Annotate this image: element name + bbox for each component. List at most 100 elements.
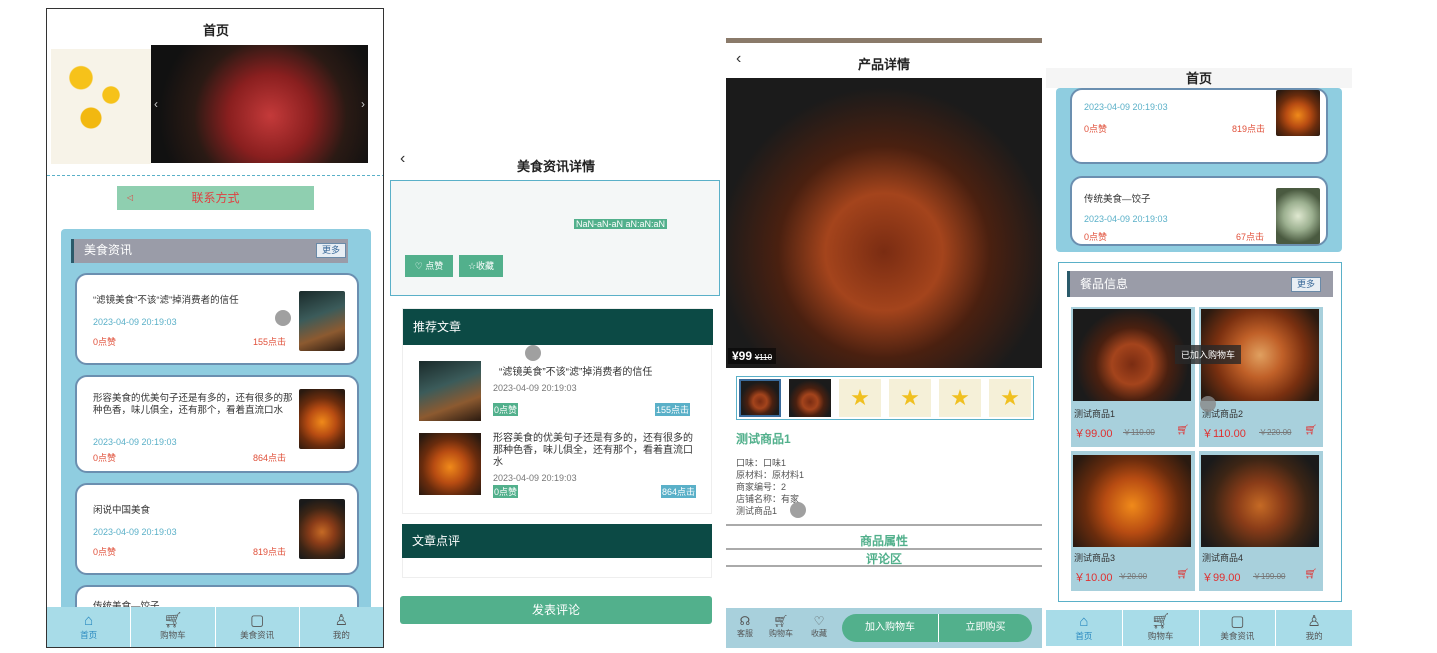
favorite-button[interactable]: ☆收藏 xyxy=(459,255,503,277)
goods-price: ￥99.00 xyxy=(1074,428,1113,440)
home-screen: 首页 ‹ › ◁ 联系方式 美食资讯 更多 “滤镜美食”不该“滤”掉消费者的信任… xyxy=(46,8,384,648)
comment-header: 文章点评 xyxy=(402,524,712,558)
page-title: 首页 xyxy=(202,23,229,38)
section-divider xyxy=(726,565,1042,567)
news-more-button[interactable]: 更多 xyxy=(316,243,346,258)
add-cart-icon[interactable]: 🛒︎ xyxy=(1304,425,1317,436)
news-card-title: 形容美食的优美句子还是有多的，还有很多的那种色香，味儿俱全，还有那个，看着直流口… xyxy=(93,393,293,416)
thumbnail-strip: ★ ★ ★ ★ xyxy=(736,376,1034,420)
like-button[interactable]: ♡ 点赞 xyxy=(405,255,453,277)
tab-product-attributes[interactable]: 商品属性 xyxy=(726,532,1042,549)
add-to-cart-button[interactable]: 加入购物车 xyxy=(842,614,938,642)
goods-image xyxy=(1201,455,1319,547)
post-comment-button[interactable]: 发表评论 xyxy=(400,596,712,624)
contact-label: 联系方式 xyxy=(191,191,240,205)
mouse-cursor xyxy=(1200,396,1216,412)
news-card[interactable]: 传统美食—饺子 2023-04-09 20:19:03 0点赞 67点击 xyxy=(1070,176,1328,246)
news-card[interactable]: “滤镜美食”不该“滤”掉消费者的信任 2023-04-09 20:19:03 0… xyxy=(75,273,359,365)
product-detail-screen: ‹ 产品详情 ¥99 ¥110 ★ ★ ★ ★ 测试商品1 口味：口味1 原材料… xyxy=(726,38,1042,648)
heart-icon: ♡ xyxy=(813,614,825,628)
service-button[interactable]: ☊ 客服 xyxy=(732,614,758,639)
tab-news[interactable]: ▢ 美食资讯 xyxy=(216,607,300,647)
news-section-header: 美食资讯 xyxy=(71,239,348,263)
add-cart-icon[interactable]: 🛒︎ xyxy=(1304,569,1317,580)
product-thumbnail[interactable]: ★ xyxy=(839,379,881,417)
speaker-icon: ◁ xyxy=(127,193,134,202)
favorite-button[interactable]: ♡ 收藏 xyxy=(806,614,832,639)
recommend-item[interactable]: 形容美食的优美句子还是有多的，还有很多的那种色香，味儿俱全，还有那个，看着直流口… xyxy=(403,429,713,509)
goods-price: ￥10.00 xyxy=(1074,572,1113,584)
news-card-thumbnail xyxy=(299,499,345,559)
news-card-thumbnail xyxy=(299,291,345,351)
like-icon: ♡ xyxy=(414,261,423,271)
goods-image xyxy=(1073,455,1191,547)
product-thumbnail[interactable]: ★ xyxy=(889,379,931,417)
add-cart-icon[interactable]: 🛒︎ xyxy=(1176,425,1189,436)
goods-more-button[interactable]: 更多 xyxy=(1291,277,1321,292)
news-card-title: 闲说中国美食 xyxy=(93,505,151,516)
product-thumbnail[interactable]: ★ xyxy=(939,379,981,417)
product-bottom-bar: ☊ 客服 🛒︎ 购物车 ♡ 收藏 加入购物车 立即购买 xyxy=(726,608,1042,648)
product-attr: 测试商品1 xyxy=(736,506,778,516)
mouse-cursor xyxy=(790,502,806,518)
tab-cart[interactable]: 🛒︎ 购物车 xyxy=(1123,610,1200,646)
page-title: 首页 xyxy=(1046,68,1352,88)
recommend-title: “滤镜美食”不该“滤”掉消费者的信任 xyxy=(499,367,653,378)
comment-area xyxy=(402,558,712,578)
bottom-tab-bar: ⌂ 首页 🛒︎ 购物车 ▢ 美食资讯 ♙ 我的 xyxy=(47,607,383,647)
goods-name: 测试商品1 xyxy=(1074,409,1116,419)
news-panel: 美食资讯 更多 “滤镜美食”不该“滤”掉消费者的信任 2023-04-09 20… xyxy=(61,229,371,645)
add-cart-icon[interactable]: 🛒︎ xyxy=(1176,569,1189,580)
news-detail-screen: ‹ 美食资讯详情 NaN-aN-aN aN:aN:aN ♡ 点赞 ☆收藏 推荐文… xyxy=(390,146,722,646)
article-date: NaN-aN-aN aN:aN:aN xyxy=(573,219,667,229)
goods-card[interactable]: 测试商品3 ￥10.00 ￥20.00 🛒︎ xyxy=(1071,451,1195,591)
product-old-price: ¥110 xyxy=(754,353,773,362)
page-title: 产品详情 xyxy=(857,57,910,72)
news-card-title: “滤镜美食”不该“滤”掉消费者的信任 xyxy=(93,295,239,306)
goods-old-price: ￥20.00 xyxy=(1119,572,1148,581)
tab-mine[interactable]: ♙ 我的 xyxy=(300,607,383,647)
product-thumbnail[interactable] xyxy=(739,379,781,417)
cart-icon: 🛒︎ xyxy=(1151,613,1171,630)
goods-card[interactable]: 测试商品1 ￥99.00 ￥110.00 🛒︎ xyxy=(1071,307,1195,447)
news-card[interactable]: 形容美食的优美句子还是有多的，还有很多的那种色香，味儿俱全，还有那个，看着直流口… xyxy=(75,375,359,473)
tab-home[interactable]: ⌂ 首页 xyxy=(1046,610,1123,646)
news-card-clicks: 864点击 xyxy=(253,453,287,463)
news-card-likes: 0点赞 xyxy=(93,547,117,557)
price-badge: ¥99 ¥110 xyxy=(728,348,777,364)
recommend-thumbnail xyxy=(419,433,481,495)
cart-button[interactable]: 🛒︎ 购物车 xyxy=(764,614,798,639)
tab-news[interactable]: ▢ 美食资讯 xyxy=(1200,610,1277,646)
recommend-clicks: 155点击 xyxy=(655,403,691,416)
banner-carousel[interactable]: ‹ › xyxy=(151,45,368,190)
cart-icon: 🛒︎ xyxy=(163,612,183,629)
bottom-tab-bar: ⌂ 首页 🛒︎ 购物车 ▢ 美食资讯 ♙ 我的 xyxy=(1046,610,1352,646)
product-price: ¥99 xyxy=(732,349,753,363)
sunflower-decoration xyxy=(51,49,151,164)
goods-card[interactable]: 测试商品4 ￥99.00 ￥199.00 🛒︎ xyxy=(1199,451,1323,591)
recommend-item[interactable]: “滤镜美食”不该“滤”掉消费者的信任 2023-04-09 20:19:03 0… xyxy=(403,355,713,425)
user-icon: ♙ xyxy=(334,612,349,629)
news-icon: ▢ xyxy=(250,612,265,629)
recommend-header: 推荐文章 xyxy=(403,309,713,345)
contact-button[interactable]: ◁ 联系方式 xyxy=(117,186,314,210)
tab-cart[interactable]: 🛒︎ 购物车 xyxy=(131,607,216,647)
buy-now-button[interactable]: 立即购买 xyxy=(938,614,1032,642)
news-card[interactable]: 2023-04-09 20:19:03 0点赞 819点击 xyxy=(1070,88,1328,164)
product-thumbnail[interactable]: ★ xyxy=(989,379,1031,417)
news-card-clicks: 819点击 xyxy=(253,547,287,557)
news-card-date: 2023-04-09 20:19:03 xyxy=(93,437,177,447)
news-card[interactable]: 闲说中国美食 2023-04-09 20:19:03 0点赞 819点击 xyxy=(75,483,359,575)
dashed-divider xyxy=(47,175,383,176)
tab-home[interactable]: ⌂ 首页 xyxy=(47,607,132,647)
banner-next-icon[interactable]: › xyxy=(361,97,365,111)
tab-mine[interactable]: ♙ 我的 xyxy=(1276,610,1352,646)
goods-card[interactable]: 测试商品2 ￥110.00 ￥220.00 🛒︎ xyxy=(1199,307,1323,447)
news-card-likes: 0点赞 xyxy=(93,453,117,463)
goods-panel: 餐品信息 更多 测试商品1 ￥99.00 ￥110.00 🛒︎ 测试商品2 ￥1… xyxy=(1058,262,1342,602)
news-card-date: 2023-04-09 20:19:03 xyxy=(93,527,177,537)
banner-prev-icon[interactable]: ‹ xyxy=(154,97,158,111)
product-thumbnail[interactable] xyxy=(789,379,831,417)
home-icon: ⌂ xyxy=(84,612,94,629)
news-card-thumbnail xyxy=(1276,90,1320,136)
